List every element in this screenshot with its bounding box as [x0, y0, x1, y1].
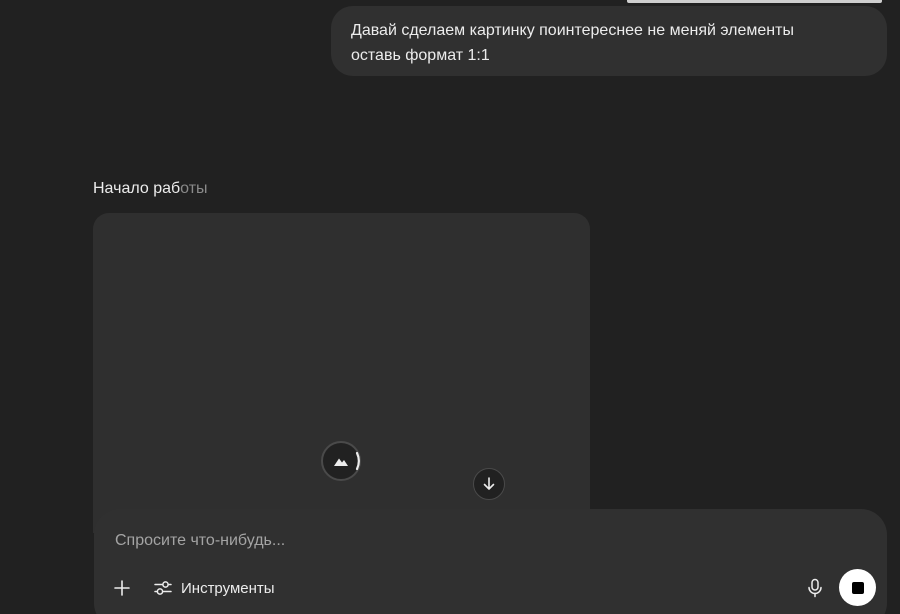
generation-status: Начало работы	[93, 179, 208, 199]
plus-icon	[114, 580, 130, 596]
image-loading-spinner	[320, 440, 362, 482]
arrow-down-icon	[483, 477, 495, 490]
tools-button-label: Инструменты	[181, 579, 275, 597]
tools-button[interactable]: Инструменты	[149, 575, 279, 601]
previous-image-edge	[627, 0, 882, 3]
message-composer: Инструменты	[94, 509, 887, 614]
generation-status-trail: оты	[180, 180, 208, 197]
user-message-line-1: Давай сделаем картинку поинтереснее не м…	[351, 22, 794, 39]
stop-icon	[851, 581, 864, 594]
add-attachment-button[interactable]	[109, 575, 135, 601]
chat-page: Давай сделаем картинку поинтереснее не м…	[0, 0, 900, 614]
generation-status-lead: Начало раб	[93, 180, 181, 197]
user-message-line-2: оставь формат 1:1	[351, 47, 490, 64]
image-placeholder-card	[93, 213, 590, 533]
message-input[interactable]	[115, 529, 715, 553]
scroll-to-bottom-button[interactable]	[473, 468, 505, 500]
sliders-icon	[154, 581, 172, 595]
user-message-bubble: Давай сделаем картинку поинтереснее не м…	[331, 6, 887, 76]
image-icon	[321, 441, 361, 481]
microphone-icon	[808, 578, 822, 598]
stop-generation-button[interactable]	[839, 569, 876, 606]
voice-input-button[interactable]	[802, 575, 828, 601]
